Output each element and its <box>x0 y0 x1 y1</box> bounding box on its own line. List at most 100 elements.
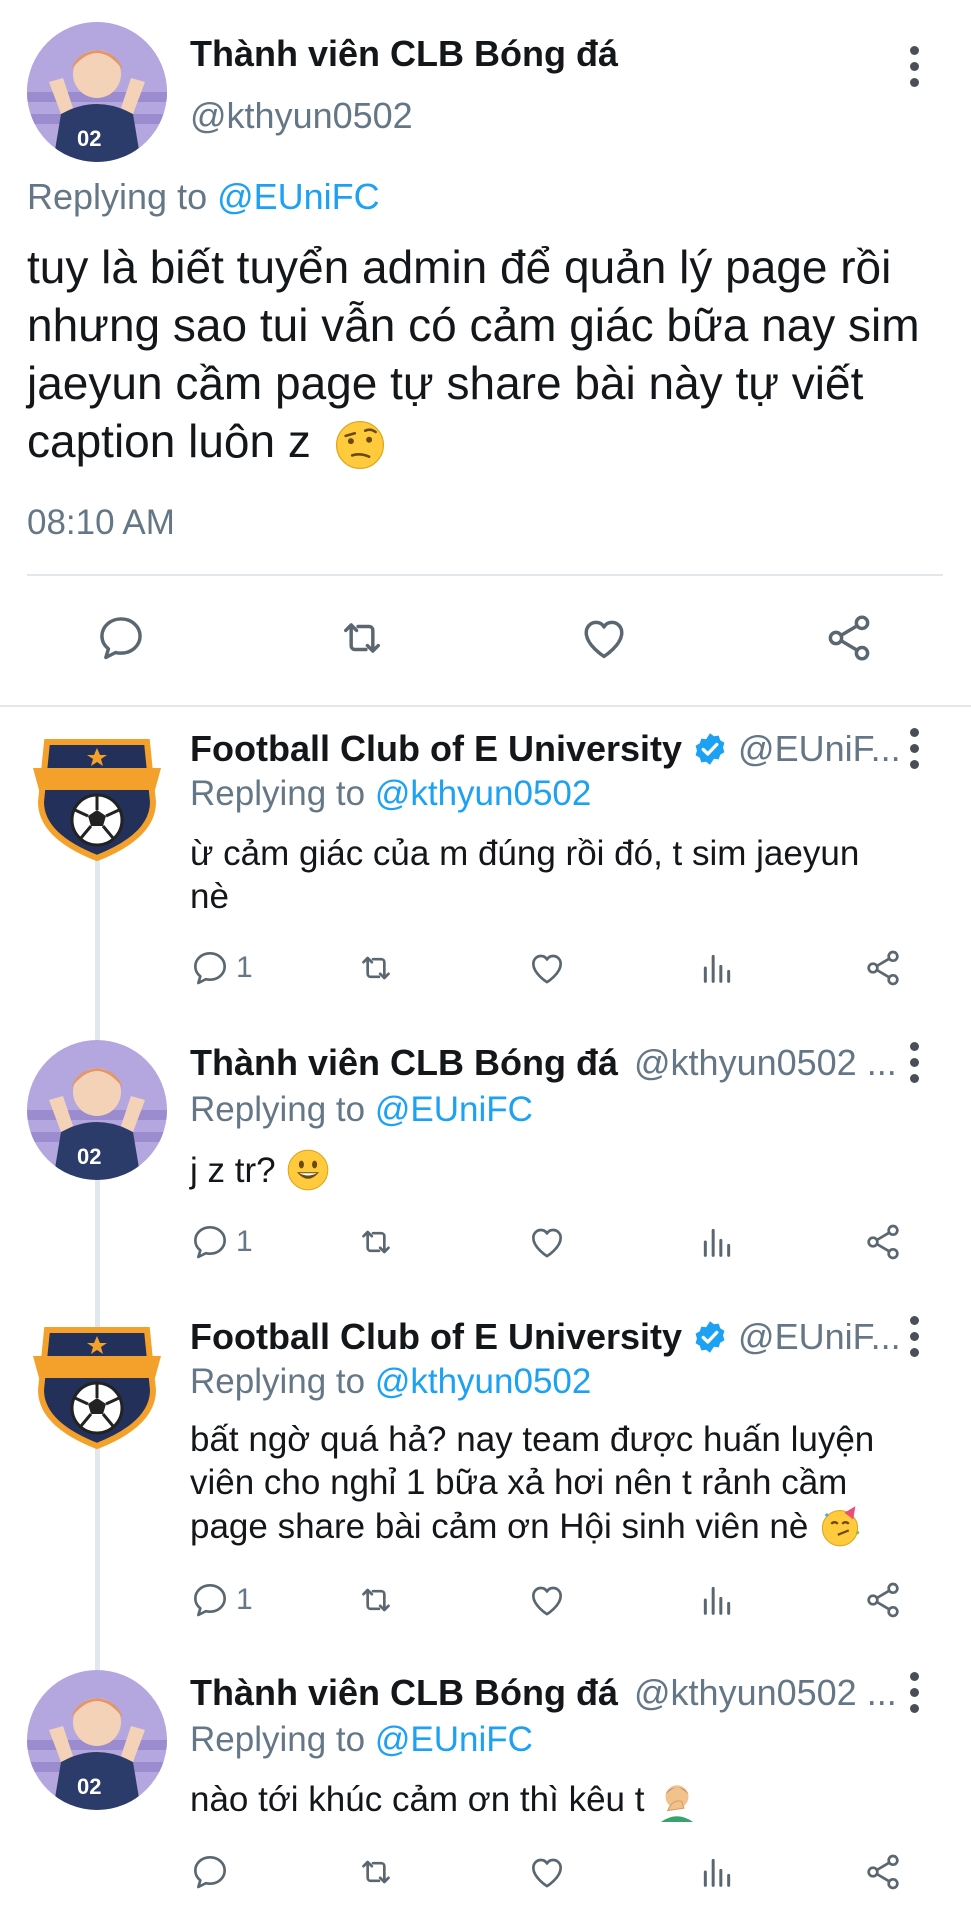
verified-icon <box>695 1321 725 1353</box>
reply-button[interactable]: 1 <box>190 948 253 988</box>
reply-line: nè <box>190 877 229 916</box>
share-button[interactable] <box>863 1852 903 1892</box>
like-icon <box>527 1222 567 1262</box>
reply-line: j z tr? <box>190 1150 276 1190</box>
thread-line <box>95 860 100 1680</box>
more-icon[interactable] <box>894 1306 934 1366</box>
reply-line: ừ cảm giác của m đúng rồi đó, t sim jaey… <box>190 834 860 873</box>
section-divider <box>0 705 971 707</box>
replying-to: Replying to @EUniFC <box>190 1090 533 1130</box>
reply-header: Thành viên CLB Bóng đá @kthyun0502 ... <box>190 1672 897 1714</box>
raised-eyebrow-emoji <box>335 420 384 469</box>
replying-prefix: Replying to <box>190 774 375 813</box>
retweet-button[interactable] <box>336 612 388 664</box>
reply-text: j z tr? <box>190 1148 330 1192</box>
reply-text: nào tới khúc cảm ơn thì kêu t <box>190 1776 700 1822</box>
more-icon[interactable] <box>894 718 934 778</box>
like-button[interactable] <box>527 1222 567 1262</box>
reply-button[interactable]: 1 <box>190 1580 253 1620</box>
share-button[interactable] <box>863 1222 903 1262</box>
reply-header: Football Club of E University @EUniF... <box>190 1316 901 1358</box>
tweet-line: nhưng sao tui vẫn có cảm giác bữa nay si… <box>27 299 920 351</box>
tweet-line: jaeyun cầm page tự share bài này tự viết <box>27 357 864 409</box>
reply-icon <box>190 1580 230 1620</box>
share-icon <box>863 1852 903 1892</box>
author-handle[interactable]: @kthyun0502 <box>190 95 413 137</box>
facepalm-emoji <box>661 1785 694 1822</box>
grinning-emoji <box>287 1149 328 1191</box>
reply-count: 1 <box>236 951 253 984</box>
author-handle[interactable]: @kthyun0502 ... <box>634 1042 897 1084</box>
retweet-button[interactable] <box>356 1580 396 1620</box>
replying-prefix: Replying to <box>190 1090 375 1129</box>
replying-to-link[interactable]: @EUniFC <box>375 1720 533 1759</box>
club-logo <box>27 724 167 864</box>
reply-line-last: page share bài cảm ơn Hội sinh viên nè <box>190 1504 874 1548</box>
more-icon[interactable] <box>894 1032 934 1092</box>
analytics-icon <box>697 1222 737 1262</box>
analytics-button[interactable] <box>697 948 737 988</box>
reply-count: 1 <box>236 1583 253 1616</box>
like-icon <box>527 948 567 988</box>
retweet-button[interactable] <box>356 948 396 988</box>
like-icon <box>527 1580 567 1620</box>
share-button[interactable] <box>823 612 875 664</box>
like-button[interactable] <box>578 612 630 664</box>
partying-face-emoji <box>822 1506 860 1547</box>
member-photo: 02 <box>27 22 167 162</box>
author-handle[interactable]: @EUniF... <box>738 728 901 770</box>
like-button[interactable] <box>527 1852 567 1892</box>
replying-to-link[interactable]: @EUniFC <box>375 1090 533 1129</box>
author-name[interactable]: Thành viên CLB Bóng đá <box>190 33 618 75</box>
reply-line: nào tới khúc cảm ơn thì kêu t <box>190 1779 645 1819</box>
replying-to-link[interactable]: @EUniFC <box>217 176 380 217</box>
reply-line: page share bài cảm ơn Hội sinh viên nè <box>190 1506 809 1546</box>
reply-header: Thành viên CLB Bóng đá @kthyun0502 ... <box>190 1042 897 1084</box>
share-icon <box>823 612 875 664</box>
avatar[interactable]: 02 <box>27 22 167 162</box>
author-handle[interactable]: @kthyun0502 ... <box>634 1672 897 1714</box>
avatar[interactable]: 02 <box>27 1040 167 1180</box>
divider <box>27 574 943 576</box>
reply-header: Football Club of E University @EUniF... <box>190 728 901 770</box>
reply-button[interactable] <box>95 612 147 664</box>
avatar[interactable] <box>27 724 167 864</box>
like-icon <box>527 1852 567 1892</box>
share-button[interactable] <box>863 948 903 988</box>
reply-button[interactable]: 1 <box>190 1222 253 1262</box>
replying-to: Replying to @EUniFC <box>27 176 380 218</box>
retweet-icon <box>336 612 388 664</box>
jersey-number: 02 <box>77 1144 101 1169</box>
more-icon[interactable] <box>894 1662 934 1722</box>
author-handle[interactable]: @EUniF... <box>738 1316 901 1358</box>
avatar[interactable] <box>27 1312 167 1452</box>
share-icon <box>863 948 903 988</box>
retweet-icon <box>356 1852 396 1892</box>
share-button[interactable] <box>863 1580 903 1620</box>
replying-to-link[interactable]: @kthyun0502 <box>375 1362 592 1401</box>
analytics-icon <box>697 948 737 988</box>
reply-text: bất ngờ quá hả? nay team được huấn luyện… <box>190 1418 874 1548</box>
reply-icon <box>95 612 147 664</box>
reply-button[interactable] <box>190 1852 236 1892</box>
like-button[interactable] <box>527 1580 567 1620</box>
replying-to-link[interactable]: @kthyun0502 <box>375 774 592 813</box>
author-name[interactable]: Football Club of E University <box>190 1316 682 1358</box>
author-name[interactable]: Football Club of E University <box>190 728 682 770</box>
author-name[interactable]: Thành viên CLB Bóng đá <box>190 1672 618 1714</box>
more-icon[interactable] <box>894 36 934 96</box>
like-button[interactable] <box>527 948 567 988</box>
analytics-button[interactable] <box>697 1580 737 1620</box>
retweet-button[interactable] <box>356 1852 396 1892</box>
retweet-icon <box>356 1580 396 1620</box>
member-photo: 02 <box>27 1670 167 1810</box>
reply-line: viên cho nghỉ 1 bữa xả hơi nên t rảnh cầ… <box>190 1463 848 1502</box>
analytics-button[interactable] <box>697 1852 737 1892</box>
tweet-time: 08:10 AM <box>27 503 175 542</box>
retweet-button[interactable] <box>356 1222 396 1262</box>
avatar[interactable]: 02 <box>27 1670 167 1810</box>
like-icon <box>578 612 630 664</box>
analytics-button[interactable] <box>697 1222 737 1262</box>
reply-icon <box>190 1852 230 1892</box>
author-name[interactable]: Thành viên CLB Bóng đá <box>190 1042 618 1084</box>
